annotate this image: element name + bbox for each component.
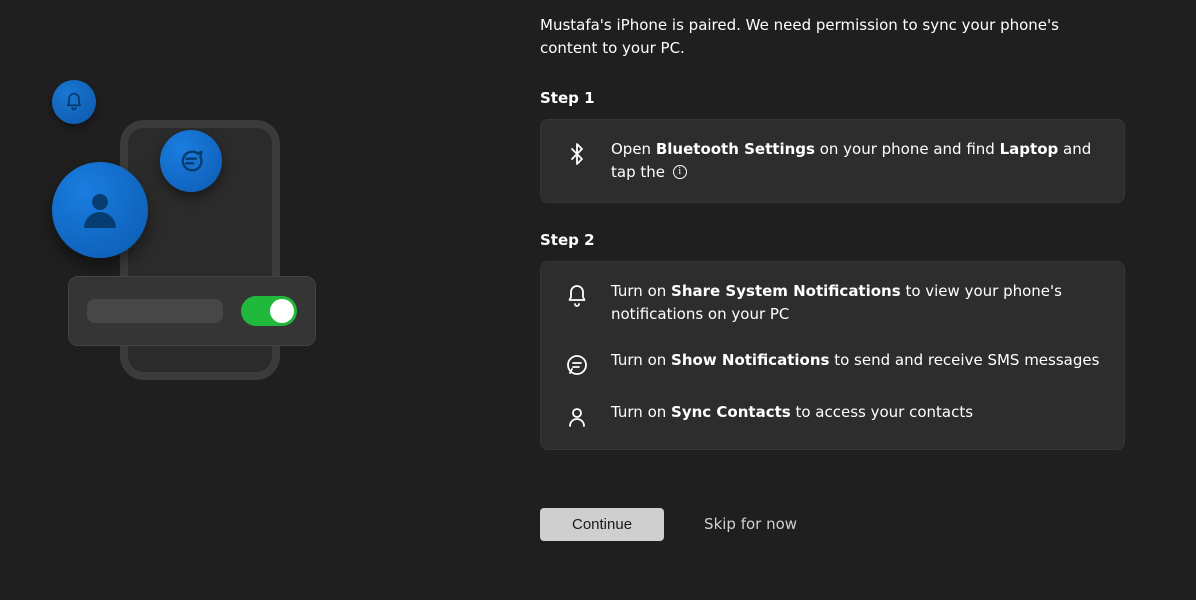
- toggle-knob: [270, 299, 294, 323]
- info-icon: [673, 165, 687, 179]
- bluetooth-icon: [563, 140, 591, 168]
- step-2-section: Step 2 Turn on Share System Notification…: [540, 231, 1136, 478]
- step-1-section: Step 1 Open Bluetooth Settings on your p…: [540, 89, 1136, 232]
- step-2-row-contacts: Turn on Sync Contacts to access your con…: [563, 401, 1102, 431]
- contact-icon: [563, 403, 591, 431]
- step-1-row: Open Bluetooth Settings on your phone an…: [563, 138, 1102, 185]
- intro-text: Mustafa's iPhone is paired. We need perm…: [540, 14, 1105, 61]
- footer-actions: Continue Skip for now: [540, 508, 1136, 541]
- step-1-label: Step 1: [540, 89, 1136, 107]
- skip-link[interactable]: Skip for now: [704, 515, 797, 533]
- step-1-card: Open Bluetooth Settings on your phone an…: [540, 119, 1125, 204]
- step-2-text-3: Turn on Sync Contacts to access your con…: [611, 401, 973, 424]
- illustration-panel: [0, 0, 540, 600]
- bell-icon: [52, 80, 96, 124]
- step-2-text-2: Turn on Show Notifications to send and r…: [611, 349, 1099, 372]
- setting-row-placeholder: [87, 299, 223, 323]
- continue-button[interactable]: Continue: [540, 508, 664, 541]
- step-2-label: Step 2: [540, 231, 1136, 249]
- chat-outline-icon: [563, 351, 591, 379]
- content-panel: Mustafa's iPhone is paired. We need perm…: [540, 0, 1196, 600]
- step-2-row-notifications: Turn on Share System Notifications to vi…: [563, 280, 1102, 327]
- person-icon: [52, 162, 148, 258]
- step-2-text-1: Turn on Share System Notifications to vi…: [611, 280, 1102, 327]
- step-2-row-sms: Turn on Show Notifications to send and r…: [563, 349, 1102, 379]
- chat-icon: [160, 130, 222, 192]
- step-2-card: Turn on Share System Notifications to vi…: [540, 261, 1125, 450]
- toggle-switch-on: [241, 296, 297, 326]
- settings-toggle-card: [68, 276, 316, 346]
- step-1-text: Open Bluetooth Settings on your phone an…: [611, 138, 1102, 185]
- bell-outline-icon: [563, 282, 591, 310]
